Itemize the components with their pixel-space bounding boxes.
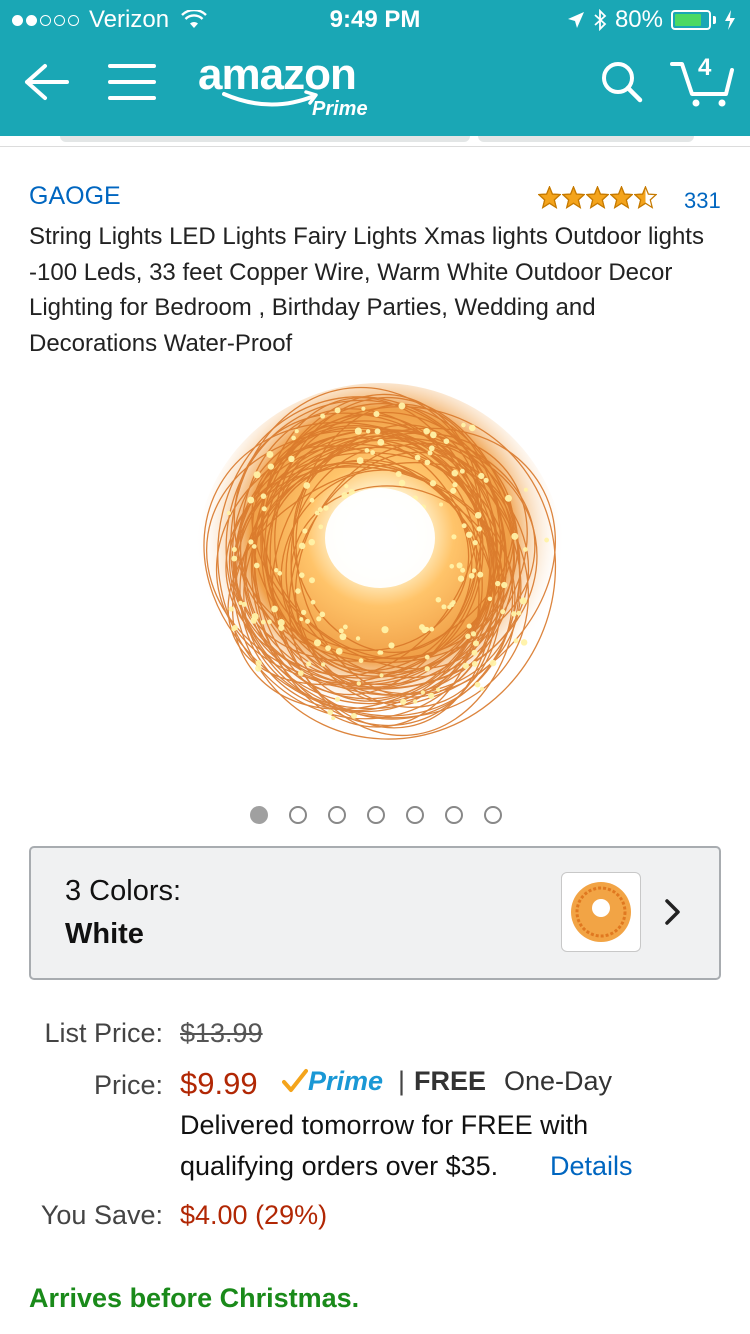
chevron-right-icon bbox=[665, 899, 680, 925]
battery-cap bbox=[713, 16, 716, 24]
free-shipping-label: FREE bbox=[414, 1066, 487, 1096]
delivery-details-link[interactable]: Details bbox=[550, 1151, 633, 1182]
variation-selected-value: White bbox=[65, 918, 144, 950]
delivery-message-line1: Delivered tomorrow for FREE with bbox=[180, 1110, 589, 1140]
app-header: Verizon 9:49 PM 80% amazon Prime 4 bbox=[0, 0, 750, 136]
carousel-dot[interactable] bbox=[289, 806, 307, 824]
location-arrow-icon bbox=[567, 12, 584, 28]
arrival-message: Arrives before Christmas. bbox=[29, 1283, 360, 1313]
charging-bolt-icon bbox=[725, 10, 735, 30]
search-icon bbox=[602, 62, 643, 103]
logo-prime-text: Prime bbox=[312, 98, 368, 120]
you-save-label: You Save: bbox=[40, 1200, 163, 1230]
list-price-label: List Price: bbox=[44, 1018, 163, 1048]
status-right: 80% bbox=[567, 6, 736, 34]
shipping-separator: | bbox=[398, 1066, 406, 1096]
cart-count-badge: 4 bbox=[698, 54, 712, 81]
search-button[interactable] bbox=[590, 40, 654, 124]
variation-thumbnail bbox=[561, 872, 641, 952]
delivery-message-line2: qualifying orders over $35. bbox=[180, 1151, 499, 1181]
shipping-speed: One-Day bbox=[504, 1066, 613, 1096]
carousel-dot[interactable] bbox=[328, 806, 346, 824]
image-carousel-indicators bbox=[250, 806, 502, 824]
star-icon bbox=[586, 186, 609, 209]
prime-check-icon bbox=[282, 1069, 308, 1092]
amazon-prime-logo[interactable]: amazon Prime bbox=[198, 50, 398, 120]
menu-button[interactable] bbox=[100, 40, 164, 124]
product-image[interactable] bbox=[180, 378, 580, 773]
back-arrow-icon bbox=[25, 64, 69, 100]
list-price-value: $13.99 bbox=[180, 1018, 263, 1048]
star-icon bbox=[610, 186, 633, 209]
price-label: Price: bbox=[93, 1070, 163, 1100]
cart-button[interactable]: 4 bbox=[664, 40, 742, 124]
star-icon bbox=[562, 186, 585, 209]
bluetooth-icon bbox=[594, 9, 607, 31]
rating-count-link[interactable]: 331 bbox=[684, 188, 721, 214]
prime-badge-text: Prime bbox=[308, 1066, 384, 1096]
carousel-dot[interactable] bbox=[445, 806, 463, 824]
battery-icon bbox=[671, 10, 711, 30]
header-divider bbox=[0, 146, 750, 147]
navigation-bar: amazon Prime 4 bbox=[0, 40, 750, 136]
rating-stars[interactable] bbox=[538, 186, 657, 209]
star-icon bbox=[538, 186, 561, 209]
carousel-dot[interactable] bbox=[406, 806, 424, 824]
carousel-dot[interactable] bbox=[250, 806, 268, 824]
carousel-dot[interactable] bbox=[484, 806, 502, 824]
you-save-value: $4.00 (29%) bbox=[180, 1200, 328, 1230]
price-value: $9.99 bbox=[180, 1066, 258, 1101]
variation-count-label: 3 Colors: bbox=[65, 875, 182, 907]
product-title: String Lights LED Lights Fairy Lights Xm… bbox=[29, 223, 704, 357]
back-button[interactable] bbox=[14, 40, 78, 124]
fairy-lights-image bbox=[195, 383, 565, 743]
prime-badge: Prime bbox=[282, 1066, 383, 1097]
status-bar: Verizon 9:49 PM 80% bbox=[0, 0, 750, 40]
battery-percent: 80% bbox=[614, 6, 663, 33]
carousel-dot[interactable] bbox=[367, 806, 385, 824]
brand-link[interactable]: GAOGE bbox=[29, 182, 121, 211]
hamburger-menu-icon bbox=[108, 64, 156, 100]
star-icon bbox=[634, 186, 657, 209]
logo-smile-icon bbox=[222, 90, 318, 107]
color-variation-selector[interactable]: 3 Colors: White bbox=[29, 846, 721, 980]
